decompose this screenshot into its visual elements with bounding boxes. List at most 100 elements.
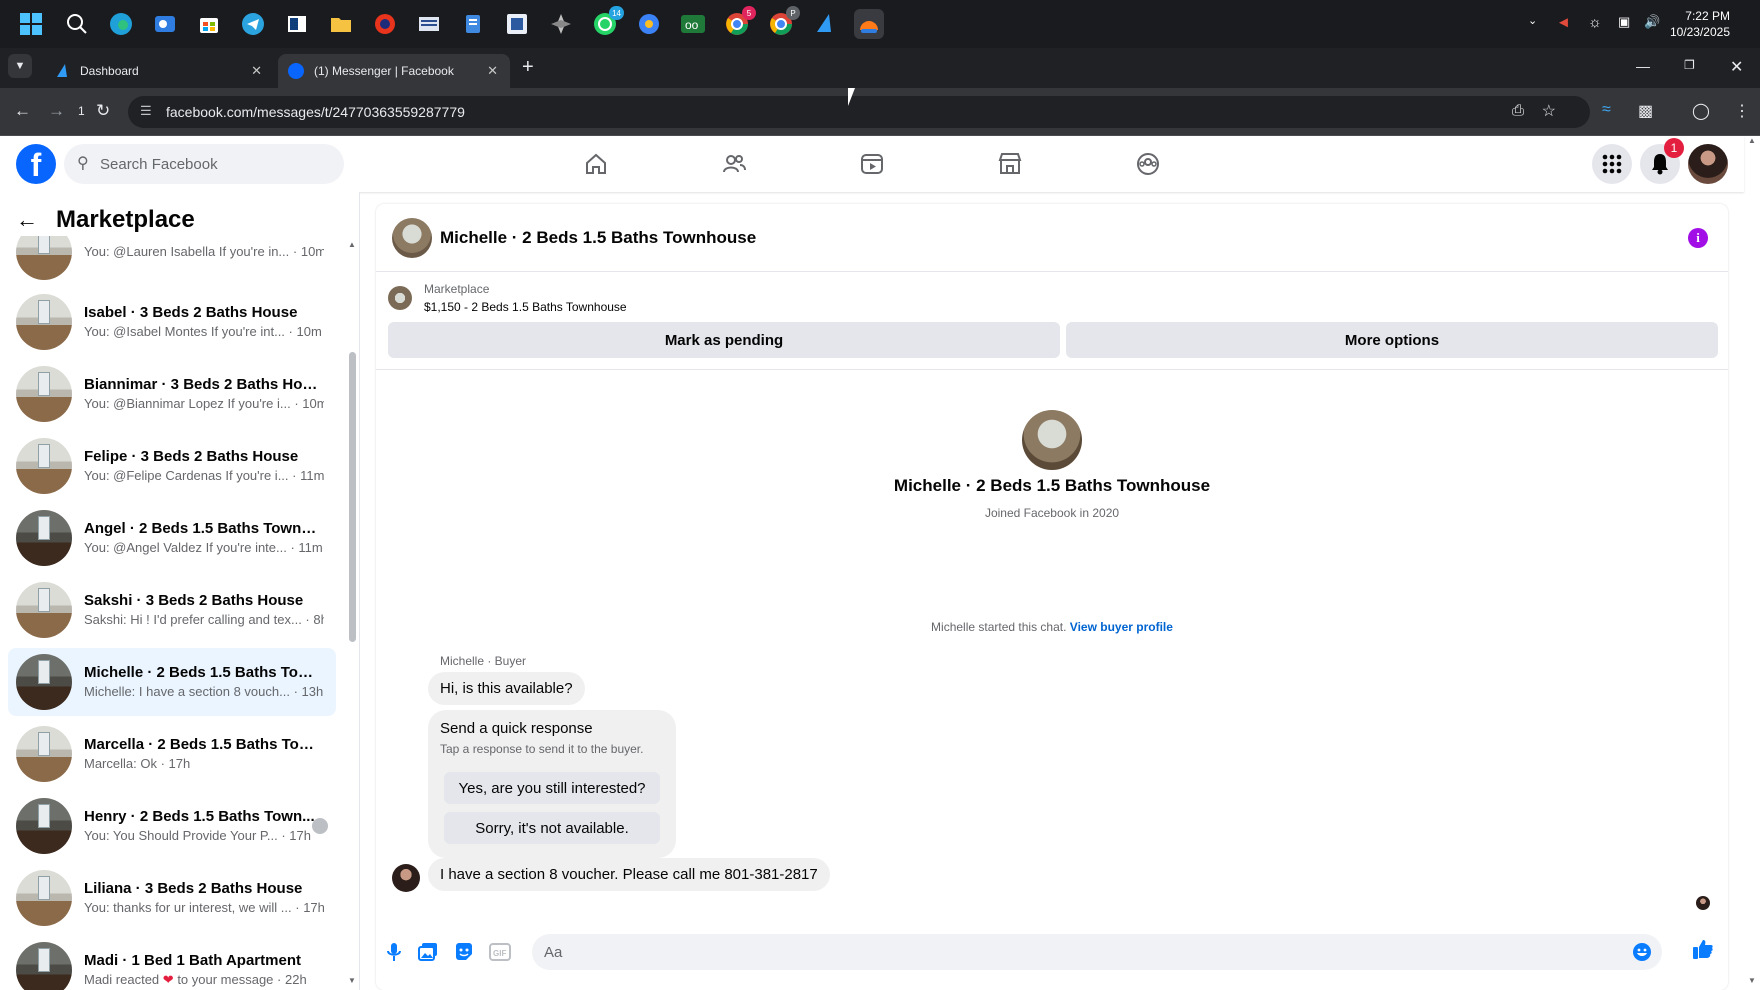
video-icon[interactable] (856, 148, 888, 180)
conversation-item[interactable]: Liliana · 3 Beds 2 Baths House You: thank… (8, 864, 336, 932)
copilot-icon[interactable] (634, 9, 664, 39)
profile-icon[interactable]: ◯ (1692, 101, 1710, 121)
snipping-icon[interactable] (502, 9, 532, 39)
minimize-icon[interactable]: — (1636, 58, 1650, 74)
extension-icon[interactable]: ≈ (1602, 101, 1611, 119)
quick-response-no-button[interactable]: Sorry, it's not available. (444, 812, 660, 844)
browser-menu-icon[interactable]: ⋮ (1734, 101, 1750, 121)
groups-icon[interactable] (1132, 148, 1164, 180)
sail-icon[interactable] (810, 9, 840, 39)
chrome-profile-badge: P (786, 6, 800, 20)
conversation-preview: You: @Isabel Montes If you're int... · 1… (84, 324, 322, 339)
whatsapp-icon[interactable]: 14 (590, 6, 624, 39)
microphone-icon[interactable] (382, 940, 406, 964)
file-explorer-icon[interactable] (326, 9, 356, 39)
like-thumb-icon[interactable] (1692, 938, 1714, 963)
conversation-item-active[interactable]: Michelle · 2 Beds 1.5 Baths Town... Miche… (8, 648, 336, 716)
back-arrow-icon[interactable]: ← (16, 207, 38, 233)
notification-indicator-icon[interactable]: ◄ (1556, 14, 1571, 31)
sticker-icon[interactable] (452, 940, 476, 964)
sidebar-title: Marketplace (56, 206, 195, 233)
menu-grid-icon[interactable] (1592, 144, 1632, 184)
conversation-item[interactable]: Biannimar · 3 Beds 2 Baths House You: @Bi… (8, 360, 336, 428)
chevron-down-icon[interactable]: ⌄ (1528, 14, 1537, 27)
marketplace-icon[interactable] (994, 148, 1026, 180)
scroll-up-arrow-icon[interactable]: ▲ (348, 240, 356, 249)
search-facebook-input[interactable]: ⚲ Search Facebook (64, 144, 344, 184)
close-tab-icon[interactable]: ✕ (487, 63, 498, 79)
windows-start-icon[interactable] (16, 9, 46, 39)
chat-started-notice: Michelle started this chat. View buyer p… (376, 620, 1728, 634)
close-tab-icon[interactable]: ✕ (251, 63, 262, 79)
page-scroll-down-icon[interactable]: ▼ (1748, 976, 1756, 985)
more-options-button[interactable]: More options (1066, 322, 1718, 358)
ai-icon[interactable] (546, 9, 576, 39)
volume-icon[interactable]: 🔊 (1644, 14, 1660, 30)
install-app-icon[interactable]: ⎙ (1512, 102, 1524, 119)
message-bubble[interactable]: Hi, is this available? (428, 672, 585, 705)
app-icon[interactable] (282, 9, 312, 39)
address-bar[interactable]: ☰ facebook.com/messages/t/24770363559287… (128, 96, 1590, 128)
vpn-icon[interactable] (854, 9, 884, 39)
outlook-icon[interactable] (150, 9, 180, 39)
account-avatar[interactable] (1688, 144, 1728, 184)
tab-dashboard[interactable]: Dashboard ✕ (44, 54, 274, 88)
restore-icon[interactable]: ❐ (1684, 58, 1695, 72)
infinity-icon[interactable]: oo (678, 9, 708, 39)
system-clock[interactable]: 7:22 PM 10/23/2025 (1670, 8, 1730, 40)
new-tab-button[interactable]: + (522, 56, 534, 79)
home-icon[interactable] (580, 148, 612, 180)
view-buyer-profile-link[interactable]: View buyer profile (1070, 620, 1173, 634)
scroll-down-arrow-icon[interactable]: ▼ (348, 976, 356, 985)
facebook-logo-icon[interactable]: f (16, 144, 56, 184)
info-icon[interactable]: i (1688, 228, 1708, 248)
back-icon[interactable]: ← (14, 101, 31, 121)
chrome-profile-icon[interactable]: P (766, 6, 800, 39)
store-icon[interactable] (194, 9, 224, 39)
read-receipt-avatar (312, 818, 328, 834)
news-icon[interactable] (414, 9, 444, 39)
message-bubble[interactable]: I have a section 8 voucher. Please call … (428, 858, 830, 891)
media-icon[interactable] (370, 9, 400, 39)
chrome-icon[interactable]: 5 (722, 6, 756, 39)
sender-avatar[interactable] (392, 864, 420, 892)
conversation-item[interactable]: Sakshi · 3 Beds 2 Baths House Sakshi: Hi … (8, 576, 336, 644)
site-info-icon[interactable]: ☰ (140, 103, 152, 119)
conversation-name: Biannimar · 3 Beds 2 Baths House (84, 376, 324, 393)
conversation-item[interactable]: Marcella · 2 Beds 1.5 Baths Town... Marce… (8, 720, 336, 788)
reload-icon[interactable]: ↻ (96, 101, 110, 121)
friends-icon[interactable] (718, 148, 750, 180)
edge-icon[interactable] (106, 9, 136, 39)
forward-icon[interactable]: → (48, 101, 65, 121)
tab-search-icon[interactable]: ▼ (8, 54, 32, 78)
conversation-item[interactable]: Angel · 2 Beds 1.5 Baths Townho... You: @… (8, 504, 336, 572)
bookmark-star-icon[interactable]: ☆ (1542, 101, 1556, 121)
extensions-puzzle-icon[interactable]: ▩ (1638, 101, 1653, 121)
chat-avatar[interactable] (392, 217, 432, 258)
mark-as-pending-button[interactable]: Mark as pending (388, 322, 1060, 358)
network-icon[interactable]: ▣ (1618, 14, 1630, 30)
quick-response-yes-button[interactable]: Yes, are you still interested? (444, 772, 660, 804)
conversation-item[interactable]: Isabel · 3 Beds 2 Baths House You: @Isabe… (8, 288, 336, 356)
message-input[interactable]: Aa (532, 934, 1662, 970)
tab-messenger[interactable]: (1) Messenger | Facebook ✕ (278, 54, 510, 88)
notepad-icon[interactable] (458, 9, 488, 39)
search-icon[interactable] (62, 9, 92, 39)
photo-icon[interactable] (416, 940, 440, 964)
emoji-icon[interactable] (1632, 942, 1652, 966)
sidebar-scrollbar-thumb[interactable] (349, 352, 356, 642)
conversation-item[interactable]: Henry · 2 Beds 1.5 Baths Town... You: You… (8, 792, 336, 860)
conversation-item[interactable]: Felipe · 3 Beds 2 Baths House You: @Felip… (8, 432, 336, 500)
page-scroll-up-icon[interactable]: ▲ (1748, 136, 1756, 145)
gif-icon[interactable]: GIF (488, 940, 512, 964)
intro-avatar[interactable] (1022, 410, 1082, 470)
conversation-item[interactable]: You: @Lauren Isabella If you're in... · … (8, 236, 336, 286)
conversation-item[interactable]: Madi · 1 Bed 1 Bath Apartment Madi reacte… (8, 936, 336, 990)
listing-thumbnail (16, 870, 72, 926)
chat-title[interactable]: Michelle · 2 Beds 1.5 Baths Townhouse (440, 228, 756, 248)
listing-price[interactable]: $1,150 - 2 Beds 1.5 Baths Townhouse (424, 300, 627, 314)
listing-thumbnail[interactable] (388, 286, 412, 310)
brightness-icon[interactable]: ☼ (1588, 14, 1602, 31)
telegram-icon[interactable] (238, 9, 268, 39)
close-window-icon[interactable]: ✕ (1730, 57, 1743, 77)
